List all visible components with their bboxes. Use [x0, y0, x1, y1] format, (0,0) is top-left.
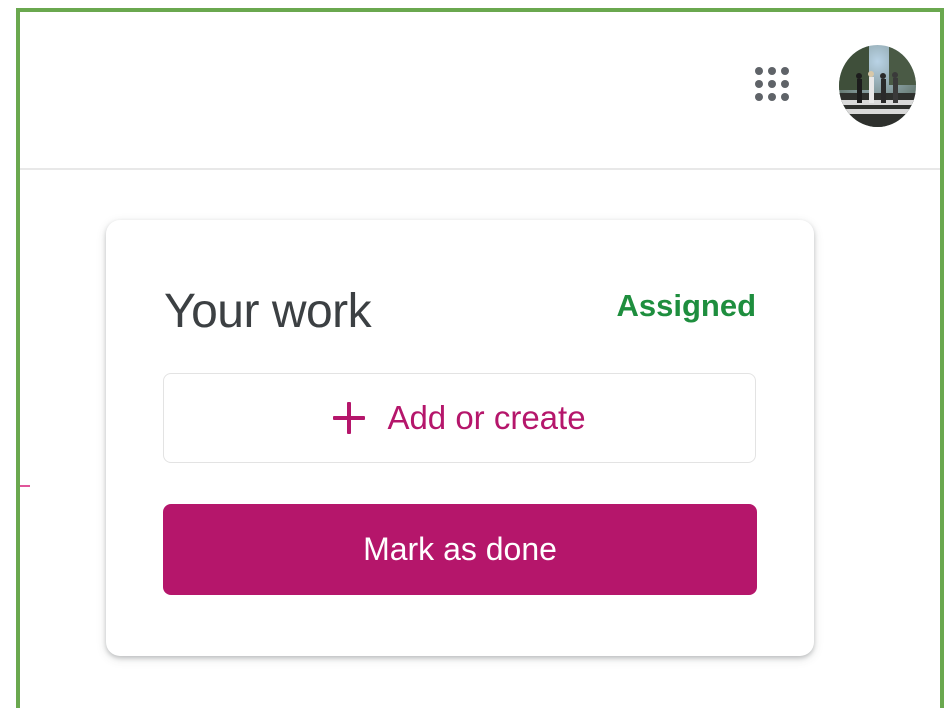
google-apps-button[interactable]	[744, 56, 800, 112]
add-or-create-button[interactable]: Add or create	[163, 373, 756, 463]
account-avatar[interactable]	[839, 45, 916, 127]
page: Your work Assigned Add or create Mark as…	[0, 0, 951, 708]
mark-as-done-button[interactable]: Mark as done	[163, 504, 757, 595]
mark-as-done-label: Mark as done	[363, 531, 557, 567]
your-work-card: Your work Assigned Add or create Mark as…	[106, 220, 814, 656]
card-title: Your work	[164, 285, 372, 338]
side-indicator	[20, 485, 30, 487]
top-app-bar	[20, 12, 940, 170]
add-or-create-label: Add or create	[387, 399, 586, 436]
avatar-photo-icon	[839, 45, 916, 127]
plus-icon	[333, 402, 366, 434]
status-badge: Assigned	[616, 288, 756, 323]
apps-grid-icon	[755, 67, 789, 101]
